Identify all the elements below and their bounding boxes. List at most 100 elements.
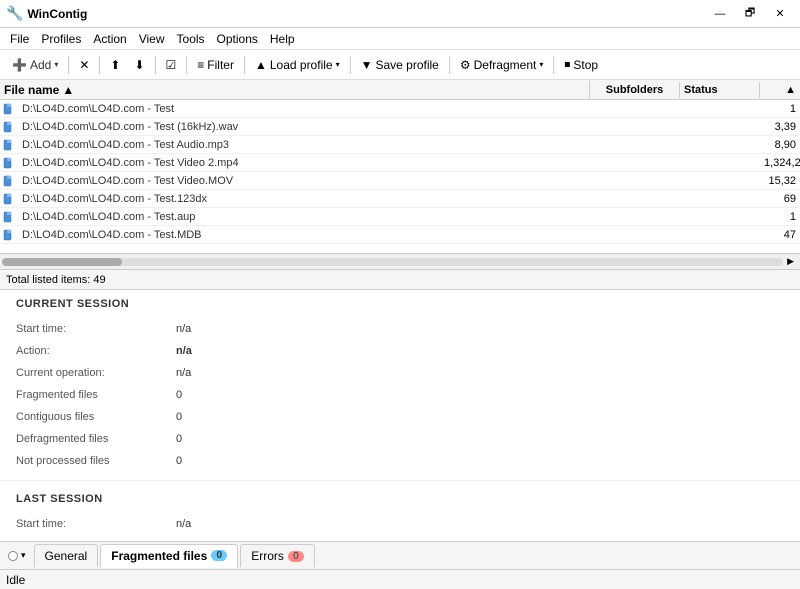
add-dropdown-arrow: ▾ <box>54 60 58 69</box>
radio-arrow[interactable]: ▾ <box>21 550 26 561</box>
select-all-icon: ☑ <box>166 58 177 72</box>
stop-icon: ⏹ <box>564 57 570 72</box>
stop-button[interactable]: ⏹ Stop <box>558 54 604 76</box>
separator-5 <box>244 56 245 74</box>
menu-view[interactable]: View <box>133 30 171 48</box>
session-label: Contiguous files <box>16 411 176 423</box>
file-row[interactable]: D:\LO4D.com\LO4D.com - Test (16kHz).wav … <box>0 118 800 136</box>
horizontal-scrollbar[interactable]: ▶ <box>0 253 800 269</box>
close-button[interactable]: ✕ <box>766 4 794 24</box>
file-row[interactable]: D:\LO4D.com\LO4D.com - Test Video.MOV 15… <box>0 172 800 190</box>
menu-options[interactable]: Options <box>211 30 264 48</box>
file-name: D:\LO4D.com\LO4D.com - Test Audio.mp3 <box>18 139 590 151</box>
file-icon <box>0 172 18 190</box>
file-name: D:\LO4D.com\LO4D.com - Test Video.MOV <box>18 175 590 187</box>
column-status[interactable]: Status <box>680 82 760 98</box>
file-number: 47 <box>760 229 800 241</box>
session-row: Start time: n/a <box>16 513 784 535</box>
session-panel[interactable]: CURRENT SESSION Start time: n/a Action: … <box>0 290 800 541</box>
errors-badge: 0 <box>288 551 304 562</box>
session-label: Not processed files <box>16 455 176 467</box>
menu-tools[interactable]: Tools <box>171 30 211 48</box>
file-icon <box>0 226 18 244</box>
radio-group[interactable]: ▾ <box>4 548 30 563</box>
menu-file[interactable]: File <box>4 30 35 48</box>
file-row[interactable]: D:\LO4D.com\LO4D.com - Test.123dx 69 <box>0 190 800 208</box>
file-row[interactable]: D:\LO4D.com\LO4D.com - Test.MDB 47 <box>0 226 800 244</box>
file-number: 15,32 <box>760 175 800 187</box>
title-bar: 🔧 WinContig — 🗗 ✕ <box>0 0 800 28</box>
menu-profiles[interactable]: Profiles <box>35 30 87 48</box>
file-icon <box>0 190 18 208</box>
move-down-button[interactable]: ⬇ <box>128 54 150 76</box>
restore-button[interactable]: 🗗 <box>736 4 764 24</box>
move-up-button[interactable]: ⬆ <box>104 54 126 76</box>
session-label: Fragmented files <box>16 389 176 401</box>
last-session-header: LAST SESSION <box>0 485 800 509</box>
title-bar-text: WinContig <box>27 7 706 21</box>
file-icon <box>0 136 18 154</box>
load-profile-button[interactable]: ▲ Load profile ▾ <box>249 54 346 76</box>
select-all-button[interactable]: ☑ <box>160 54 183 76</box>
separator-2 <box>99 56 100 74</box>
save-icon: ▼ <box>361 58 373 72</box>
toolbar: ➕ Add ▾ ✕ ⬆ ⬇ ☑ ≡ Filter ▲ Load profile … <box>0 50 800 80</box>
tab-errors[interactable]: Errors 0 <box>240 544 315 567</box>
defragment-button[interactable]: ⚙ Defragment ▾ <box>454 54 549 76</box>
add-icon: ➕ <box>12 58 27 72</box>
file-name: D:\LO4D.com\LO4D.com - Test Video 2.mp4 <box>18 157 590 169</box>
current-session-header: CURRENT SESSION <box>0 290 800 314</box>
file-name: D:\LO4D.com\LO4D.com - Test.MDB <box>18 229 590 241</box>
separator-1 <box>68 56 69 74</box>
save-profile-button[interactable]: ▼ Save profile <box>355 54 445 76</box>
file-number: 1 <box>760 103 800 115</box>
file-list-body[interactable]: D:\LO4D.com\LO4D.com - Test 1 D:\LO4D.co… <box>0 100 800 253</box>
session-value: n/a <box>176 518 191 530</box>
tab-fragmented-files[interactable]: Fragmented files 0 <box>100 544 238 568</box>
divider-1 <box>0 480 800 481</box>
session-row: Not processed files 0 <box>16 450 784 472</box>
session-row: Action: n/a <box>16 340 784 362</box>
tab-general[interactable]: General <box>34 544 99 567</box>
main-content: File name ▲ Subfolders Status ▲ D:\LO4D.… <box>0 80 800 541</box>
file-name: D:\LO4D.com\LO4D.com - Test.aup <box>18 211 590 223</box>
menu-help[interactable]: Help <box>264 30 301 48</box>
column-subfolders[interactable]: Subfolders <box>590 82 680 98</box>
scroll-right-arrow[interactable]: ▶ <box>783 256 798 267</box>
remove-icon: ✕ <box>79 58 89 72</box>
file-name: D:\LO4D.com\LO4D.com - Test.123dx <box>18 193 590 205</box>
file-row[interactable]: D:\LO4D.com\LO4D.com - Test Audio.mp3 8,… <box>0 136 800 154</box>
session-row: Fragmented files 0 <box>16 384 784 406</box>
file-icon <box>0 100 18 118</box>
remove-button[interactable]: ✕ <box>73 54 95 76</box>
column-filename[interactable]: File name ▲ <box>0 81 590 99</box>
add-button[interactable]: ➕ Add ▾ <box>6 54 64 76</box>
session-value: 0 <box>176 411 182 423</box>
session-value: 0 <box>176 389 182 401</box>
defrag-dropdown: ▾ <box>539 60 543 69</box>
session-value: 0 <box>176 455 182 467</box>
separator-8 <box>553 56 554 74</box>
session-label: Start time: <box>16 518 176 530</box>
menu-bar: File Profiles Action View Tools Options … <box>0 28 800 50</box>
file-icon <box>0 208 18 226</box>
file-list-container: File name ▲ Subfolders Status ▲ D:\LO4D.… <box>0 80 800 290</box>
menu-action[interactable]: Action <box>87 30 132 48</box>
file-row[interactable]: D:\LO4D.com\LO4D.com - Test Video 2.mp4 … <box>0 154 800 172</box>
file-number: 8,90 <box>760 139 800 151</box>
session-row: Start time: n/a <box>16 318 784 340</box>
status-text: Idle <box>6 573 25 587</box>
minimize-button[interactable]: — <box>706 4 734 24</box>
column-scroll-up[interactable]: ▲ <box>760 82 800 98</box>
file-row[interactable]: D:\LO4D.com\LO4D.com - Test.aup 1 <box>0 208 800 226</box>
file-row[interactable]: D:\LO4D.com\LO4D.com - Test 1 <box>0 100 800 118</box>
filter-button[interactable]: ≡ Filter <box>191 54 240 76</box>
file-number: 1,324,24 <box>760 157 800 169</box>
separator-6 <box>350 56 351 74</box>
file-number: 3,39 <box>760 121 800 133</box>
scroll-thumb[interactable] <box>2 258 122 266</box>
bottom-tabs: ▾ General Fragmented files 0 Errors 0 <box>0 541 800 569</box>
title-bar-controls: — 🗗 ✕ <box>706 4 794 24</box>
sort-icon: ▲ <box>62 83 74 97</box>
session-row: Current operation: n/a <box>16 362 784 384</box>
